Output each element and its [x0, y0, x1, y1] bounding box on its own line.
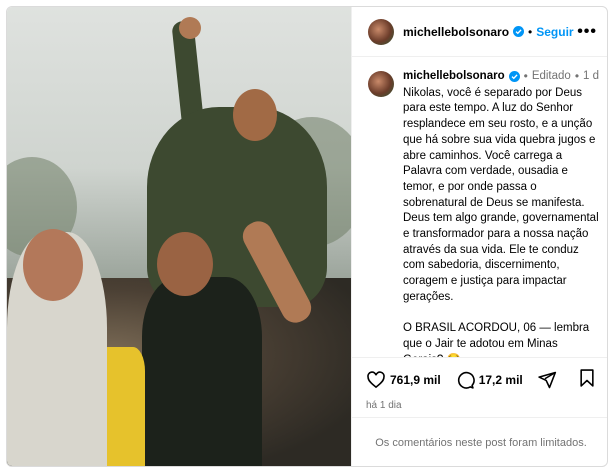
- like-count[interactable]: 761,9 mil: [390, 373, 441, 387]
- save-action: [578, 368, 596, 391]
- caption-section: michellebolsonaro • Editado • 1 d Nikola…: [352, 57, 607, 357]
- follow-button[interactable]: Seguir: [536, 25, 573, 39]
- comment-bubble-icon[interactable]: [455, 370, 475, 390]
- paper-plane-icon[interactable]: [537, 370, 557, 390]
- separator-dot: •: [574, 69, 580, 83]
- share-action: [537, 370, 561, 390]
- caption-username-link[interactable]: michellebolsonaro: [403, 69, 505, 85]
- bystander-head: [23, 229, 83, 301]
- like-action: 761,9 mil: [366, 370, 441, 390]
- caption-meta: michellebolsonaro • Editado • 1 d: [403, 69, 600, 85]
- avatar[interactable]: [368, 18, 394, 45]
- comments-limited-notice: Os comentários neste post foram limitado…: [352, 417, 607, 466]
- post-actions: 761,9 mil 17,2 mil há 1 dia: [352, 357, 607, 417]
- caption-text: Nikolas, você é separado por Deus para e…: [403, 86, 599, 357]
- caption-body: michellebolsonaro • Editado • 1 d Nikola…: [403, 69, 600, 357]
- comment-count[interactable]: 17,2 mil: [479, 373, 523, 387]
- post-header: michellebolsonaro • Seguir •••: [352, 7, 607, 57]
- verified-badge-icon: [513, 26, 525, 37]
- edited-label: Editado: [531, 70, 571, 82]
- carrying-man-shirt: [142, 277, 262, 466]
- post-side-panel: michellebolsonaro • Seguir ••• michelleb…: [351, 7, 607, 466]
- shouting-man-head: [233, 89, 277, 141]
- carrying-man-head: [157, 232, 213, 296]
- action-row: 761,9 mil 17,2 mil: [366, 368, 596, 391]
- caption-row: michellebolsonaro • Editado • 1 d Nikola…: [368, 69, 600, 357]
- separator-dot: •: [528, 24, 533, 39]
- separator-dot: •: [523, 69, 528, 83]
- post-card: michellebolsonaro • Seguir ••• michelleb…: [6, 6, 608, 467]
- username-link[interactable]: michellebolsonaro: [403, 25, 509, 39]
- comment-action: 17,2 mil: [455, 370, 523, 390]
- verified-badge-icon: [508, 71, 520, 83]
- more-options-button[interactable]: •••: [577, 23, 597, 41]
- avatar[interactable]: [368, 71, 394, 97]
- caption-time[interactable]: 1 d: [583, 69, 599, 85]
- bookmark-icon[interactable]: [578, 368, 596, 388]
- posted-ago[interactable]: há 1 dia: [366, 400, 596, 411]
- post-photo[interactable]: [7, 7, 351, 466]
- raised-fist: [179, 17, 201, 39]
- heart-icon[interactable]: [366, 370, 386, 390]
